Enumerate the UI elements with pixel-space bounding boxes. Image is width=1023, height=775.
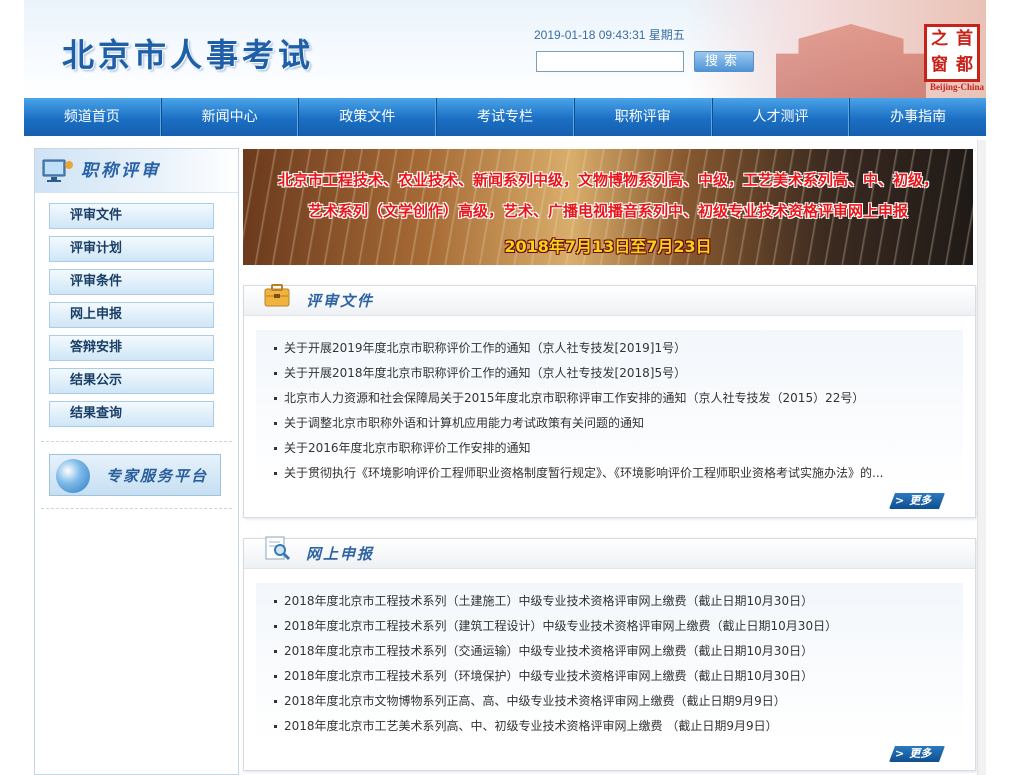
list-item[interactable]: 2018年度北京市工程技术系列（建筑工程设计）中级专业技术资格评审网上缴费（截止… xyxy=(256,614,963,639)
sidebar-menu: 评审文件 评审计划 评审条件 网上申报 答辩安排 结果公示 结果查询 xyxy=(35,193,238,427)
monitor-icon xyxy=(42,159,73,182)
sidebar-item-review-docs[interactable]: 评审文件 xyxy=(49,203,214,229)
more-button[interactable]: > 更多 xyxy=(889,493,945,509)
sidebar-item-online-apply[interactable]: 网上申报 xyxy=(49,302,214,328)
bullet xyxy=(274,347,277,350)
sidebar: 职称评审 评审文件 评审计划 评审条件 网上申报 答辩安排 结果公示 结果查询 … xyxy=(34,148,239,775)
sidebar-item-review-plan[interactable]: 评审计划 xyxy=(49,236,214,262)
list-item-link[interactable]: 关于调整北京市职称外语和计算机应用能力考试政策有关问题的通知 xyxy=(284,416,644,430)
more-button[interactable]: > 更多 xyxy=(889,746,945,762)
nav-item-home[interactable]: 频道首页 xyxy=(24,98,161,136)
sidebar-title: 职称评审 xyxy=(81,161,161,181)
list-item-link[interactable]: 北京市人力资源和社会保障局关于2015年度北京市职称评审工作安排的通知（京人社专… xyxy=(284,391,864,405)
list-item-link[interactable]: 2018年度北京市文物博物系列正高、高、中级专业技术资格评审网上缴费（截止日期9… xyxy=(284,694,786,708)
list-item-link[interactable]: 关于开展2019年度北京市职称评价工作的通知（京人社专技发[2019]1号） xyxy=(284,341,686,355)
panel-title: 评审文件 xyxy=(306,292,375,310)
site-title[interactable]: 北京市人事考试 xyxy=(62,30,314,76)
bullet xyxy=(274,725,277,728)
briefcase-icon xyxy=(264,284,290,307)
seal-char: 窗 xyxy=(931,55,948,75)
online-apply-panel: 网上申报 2018年度北京市工程技术系列（土建施工）中级专业技术资格评审网上缴费… xyxy=(243,536,976,771)
seal-caption: Beijing-China xyxy=(929,82,984,92)
search-button[interactable]: 搜索 xyxy=(694,51,754,72)
bullet xyxy=(274,472,277,475)
list-item[interactable]: 2018年度北京市文物博物系列正高、高、中级专业技术资格评审网上缴费（截止日期9… xyxy=(256,689,963,714)
list-item[interactable]: 关于开展2019年度北京市职称评价工作的通知（京人社专技发[2019]1号） xyxy=(256,336,963,361)
sidebar-header: 职称评审 xyxy=(35,149,238,193)
search-input[interactable] xyxy=(536,51,684,72)
chevron-right-icon: > xyxy=(895,747,905,760)
bullet xyxy=(274,700,277,703)
review-docs-panel: 评审文件 关于开展2019年度北京市职称评价工作的通知（京人社专技发[2019]… xyxy=(243,284,976,518)
globe-icon xyxy=(56,459,90,493)
panel-header: 评审文件 xyxy=(244,284,975,316)
more-label: 更多 xyxy=(909,494,932,507)
online-apply-list: 2018年度北京市工程技术系列（土建施工）中级专业技术资格评审网上缴费（截止日期… xyxy=(256,583,963,743)
list-item[interactable]: 2018年度北京市工程技术系列（交通运输）中级专业技术资格评审网上缴费（截止日期… xyxy=(256,639,963,664)
bullet xyxy=(274,422,277,425)
nav-item-guide[interactable]: 办事指南 xyxy=(849,98,986,136)
bullet xyxy=(274,650,277,653)
sidebar-item-result-query[interactable]: 结果查询 xyxy=(49,401,214,427)
nav-item-exam[interactable]: 考试专栏 xyxy=(436,98,574,136)
bullet xyxy=(274,397,277,400)
expert-platform-label: 专家服务平台 xyxy=(106,467,209,485)
list-item[interactable]: 2018年度北京市工程技术系列（土建施工）中级专业技术资格评审网上缴费（截止日期… xyxy=(256,589,963,614)
bullet xyxy=(274,447,277,450)
list-item-link[interactable]: 2018年度北京市工程技术系列（环境保护）中级专业技术资格评审网上缴费（截止日期… xyxy=(284,669,813,683)
bullet xyxy=(274,600,277,603)
list-item[interactable]: 关于贯彻执行《环境影响评价工程师职业资格制度暂行规定》、《环境影响评价工程师职业… xyxy=(256,461,963,486)
banner-date: 2018年7月13日至7月23日 xyxy=(504,237,712,256)
banner-text-line: 艺术系列（文学创作）高级，艺术、广播电视播音系列中、初级专业技术资格评审网上申报 xyxy=(307,202,908,220)
list-item[interactable]: 2018年度北京市工艺美术系列高、中、初级专业技术资格评审网上缴费 （截止日期9… xyxy=(256,714,963,739)
list-item[interactable]: 2018年度北京市工程技术系列（环境保护）中级专业技术资格评审网上缴费（截止日期… xyxy=(256,664,963,689)
list-item[interactable]: 北京市人力资源和社会保障局关于2015年度北京市职称评审工作安排的通知（京人社专… xyxy=(256,386,963,411)
chevron-right-icon: > xyxy=(895,494,905,507)
sidebar-divider xyxy=(41,441,232,442)
site-header: 北京市人事考试 2019-01-18 09:43:31 星期五 搜索 之 首 窗… xyxy=(24,0,986,98)
list-item-link[interactable]: 关于2016年度北京市职称评价工作安排的通知 xyxy=(284,441,531,455)
expert-platform-banner[interactable]: 专家服务平台 xyxy=(49,454,221,496)
bullet xyxy=(274,675,277,678)
list-item-link[interactable]: 关于贯彻执行《环境影响评价工程师职业资格制度暂行规定》、《环境影响评价工程师职业… xyxy=(284,466,883,480)
vertical-scrollbar[interactable] xyxy=(977,140,986,775)
nav-item-news[interactable]: 新闻中心 xyxy=(160,98,299,136)
main-nav: 频道首页 新闻中心 政策文件 考试专栏 职称评审 人才测评 办事指南 xyxy=(24,98,986,136)
sidebar-divider xyxy=(41,508,232,509)
beijing-seal-logo: 之 首 窗 都 xyxy=(924,24,980,82)
seal-char: 首 xyxy=(956,29,973,49)
bullet xyxy=(274,372,277,375)
nav-item-talent-assessment[interactable]: 人才测评 xyxy=(711,98,850,136)
panel-title: 网上申报 xyxy=(306,545,375,563)
list-item-link[interactable]: 关于开展2018年度北京市职称评价工作的通知（京人社专技发[2018]5号） xyxy=(284,366,686,380)
panel-header: 网上申报 xyxy=(244,536,975,569)
banner-text-line: 北京市工程技术、农业技术、新闻系列中级，文物博物系列高、中级，工艺美术系列高、中… xyxy=(277,171,938,189)
list-item-link[interactable]: 2018年度北京市工程技术系列（交通运输）中级专业技术资格评审网上缴费（截止日期… xyxy=(284,644,813,658)
bullet xyxy=(274,625,277,628)
nav-item-title-review[interactable]: 职称评审 xyxy=(573,98,712,136)
list-item-link[interactable]: 2018年度北京市工程技术系列（土建施工）中级专业技术资格评审网上缴费（截止日期… xyxy=(284,594,813,608)
page: 北京市人事考试 2019-01-18 09:43:31 星期五 搜索 之 首 窗… xyxy=(24,0,986,775)
current-datetime: 2019-01-18 09:43:31 星期五 xyxy=(534,28,685,42)
sidebar-item-review-conditions[interactable]: 评审条件 xyxy=(49,269,214,295)
sidebar-item-defense-schedule[interactable]: 答辩安排 xyxy=(49,335,214,361)
list-item[interactable]: 关于调整北京市职称外语和计算机应用能力考试政策有关问题的通知 xyxy=(256,411,963,436)
sidebar-item-result-announce[interactable]: 结果公示 xyxy=(49,368,214,394)
list-item[interactable]: 关于2016年度北京市职称评价工作安排的通知 xyxy=(256,436,963,461)
nav-item-policy[interactable]: 政策文件 xyxy=(298,98,437,136)
announcement-banner[interactable]: 北京市工程技术、农业技术、新闻系列中级，文物博物系列高、中级，工艺美术系列高、中… xyxy=(243,149,973,265)
review-docs-list: 关于开展2019年度北京市职称评价工作的通知（京人社专技发[2019]1号） 关… xyxy=(256,330,963,490)
magnifier-document-icon xyxy=(265,536,291,561)
seal-char: 之 xyxy=(931,29,948,49)
list-item-link[interactable]: 2018年度北京市工艺美术系列高、中、初级专业技术资格评审网上缴费 （截止日期9… xyxy=(284,719,778,733)
list-item-link[interactable]: 2018年度北京市工程技术系列（建筑工程设计）中级专业技术资格评审网上缴费（截止… xyxy=(284,619,837,633)
list-item[interactable]: 关于开展2018年度北京市职称评价工作的通知（京人社专技发[2018]5号） xyxy=(256,361,963,386)
more-label: 更多 xyxy=(909,747,932,760)
seal-char: 都 xyxy=(956,55,973,75)
